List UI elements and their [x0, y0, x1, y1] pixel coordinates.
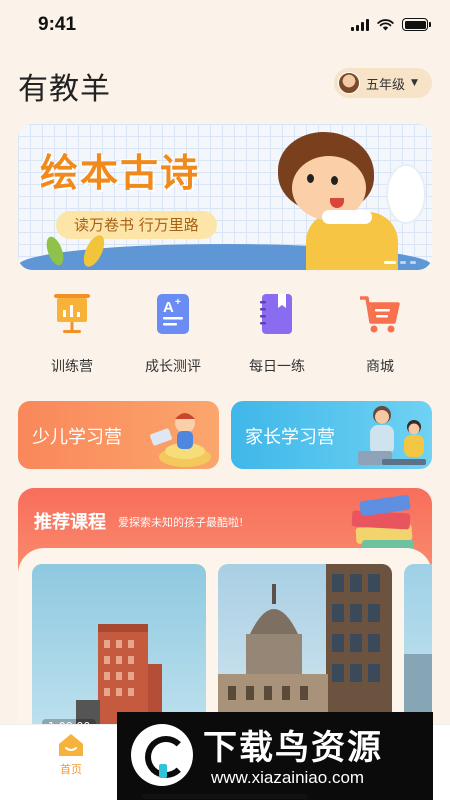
parent-camp-card[interactable]: 家长学习营	[231, 401, 432, 469]
signal-icon	[351, 18, 369, 31]
nav-shop[interactable]: 商城	[330, 290, 430, 376]
books-illustration	[350, 492, 420, 554]
home-indicator	[142, 794, 308, 799]
kid-rocket-illustration	[150, 413, 211, 467]
tab-label: 首页	[60, 763, 82, 776]
avatar	[338, 72, 360, 94]
cart-icon	[360, 296, 400, 333]
hero-banner[interactable]: 绘本古诗 读万卷书 行万里路	[18, 124, 432, 270]
banner-subtitle: 读万卷书 行万里路	[56, 211, 217, 239]
carousel-indicator	[384, 261, 416, 264]
battery-icon	[402, 18, 431, 31]
kid-eye	[307, 174, 314, 183]
kid-eye	[331, 176, 338, 185]
nav-daily-practice[interactable]: 每日一练	[227, 290, 327, 376]
wifi-icon	[377, 18, 394, 30]
camp-label: 少儿学习营	[32, 427, 122, 448]
banner-title: 绘本古诗	[40, 151, 201, 195]
wing-illustration	[386, 164, 426, 224]
quick-nav: 训练营 A + 成长测评 每日一练 商城	[0, 290, 450, 380]
grade-selector[interactable]: 五年级 ▼	[334, 68, 432, 98]
nav-label: 每日一练	[249, 359, 305, 375]
course-thumbnail	[404, 654, 432, 734]
nav-label: 成长测评	[145, 359, 201, 375]
grade-label: 五年级	[366, 77, 406, 93]
tab-home[interactable]: 首页	[46, 733, 96, 777]
course-thumbnail	[76, 624, 162, 734]
svg-text:+: +	[175, 297, 181, 308]
status-time: 9:41	[38, 14, 77, 35]
svg-text:A: A	[163, 299, 174, 316]
parents-illustration	[358, 406, 426, 465]
nav-training-camp[interactable]: 训练营	[22, 290, 122, 376]
nav-label: 商城	[366, 359, 394, 375]
kids-camp-card[interactable]: 少儿学习营	[18, 401, 219, 469]
notebook-icon	[260, 294, 292, 334]
course-thumbnail	[218, 564, 392, 734]
bird-logo-icon	[131, 724, 193, 786]
status-bar: 9:41	[0, 0, 450, 50]
caret-down-icon: ▼	[411, 78, 418, 88]
camp-label: 家长学习营	[245, 427, 335, 448]
section-title: 推荐课程	[34, 512, 106, 533]
header: 有教羊 五年级 ▼	[0, 58, 450, 110]
nav-label: 训练营	[51, 359, 93, 375]
test-doc-icon: A +	[157, 294, 189, 334]
status-icons	[351, 18, 431, 31]
nav-growth-assessment[interactable]: A + 成长测评	[123, 290, 223, 376]
chalkboard-icon	[54, 294, 90, 333]
course-card[interactable]	[218, 564, 392, 734]
home-icon	[59, 734, 83, 756]
watermark-overlay: 下载鸟资源 www.xiazainiao.com	[117, 712, 433, 800]
watermark-url: www.xiazainiao.com	[211, 768, 365, 787]
kid-collar-illustration	[322, 210, 372, 224]
course-card[interactable]	[404, 564, 432, 734]
section-subtitle: 爱探索未知的孩子最酷啦!	[118, 516, 244, 529]
app-title: 有教羊	[18, 72, 111, 107]
course-card[interactable]: 1:00:00	[32, 564, 206, 734]
watermark-text: 下载鸟资源	[203, 728, 383, 768]
